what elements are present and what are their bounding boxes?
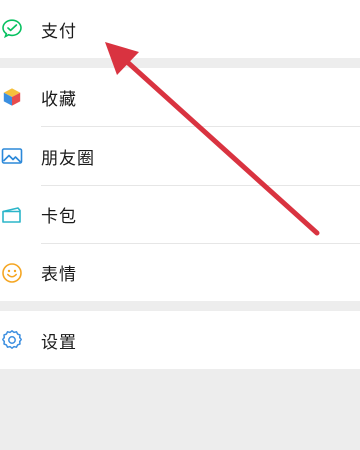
menu-item-cards[interactable]: 卡包 — [0, 186, 360, 243]
menu-item-pay-label: 支付 — [41, 21, 77, 42]
menu-item-moments[interactable]: 朋友圈 — [0, 127, 360, 185]
settings-group: 设置 — [0, 311, 360, 369]
menu-item-favorites-label: 收藏 — [41, 89, 77, 110]
menu-item-favorites[interactable]: 收藏 — [0, 68, 360, 126]
wechat-me-screen: 支付 收藏 朋友圈 卡包 表情 设置 — [0, 0, 360, 450]
moments-picture-icon — [0, 144, 24, 168]
menu-item-stickers-label: 表情 — [41, 265, 77, 285]
smiley-icon — [0, 261, 24, 285]
menu-item-cards-label: 卡包 — [41, 207, 77, 227]
wechat-pay-icon — [0, 17, 24, 41]
menu-item-moments-label: 朋友圈 — [41, 148, 95, 169]
features-group: 收藏 朋友圈 卡包 表情 — [0, 68, 360, 301]
favorites-cube-icon — [0, 85, 24, 109]
menu-item-settings-label: 设置 — [41, 332, 77, 353]
card-wallet-icon — [0, 203, 24, 227]
menu-item-settings[interactable]: 设置 — [0, 311, 360, 369]
menu-item-pay[interactable]: 支付 — [0, 0, 360, 58]
menu-item-stickers[interactable]: 表情 — [0, 244, 360, 301]
gear-icon — [0, 328, 24, 352]
pay-group: 支付 — [0, 0, 360, 58]
